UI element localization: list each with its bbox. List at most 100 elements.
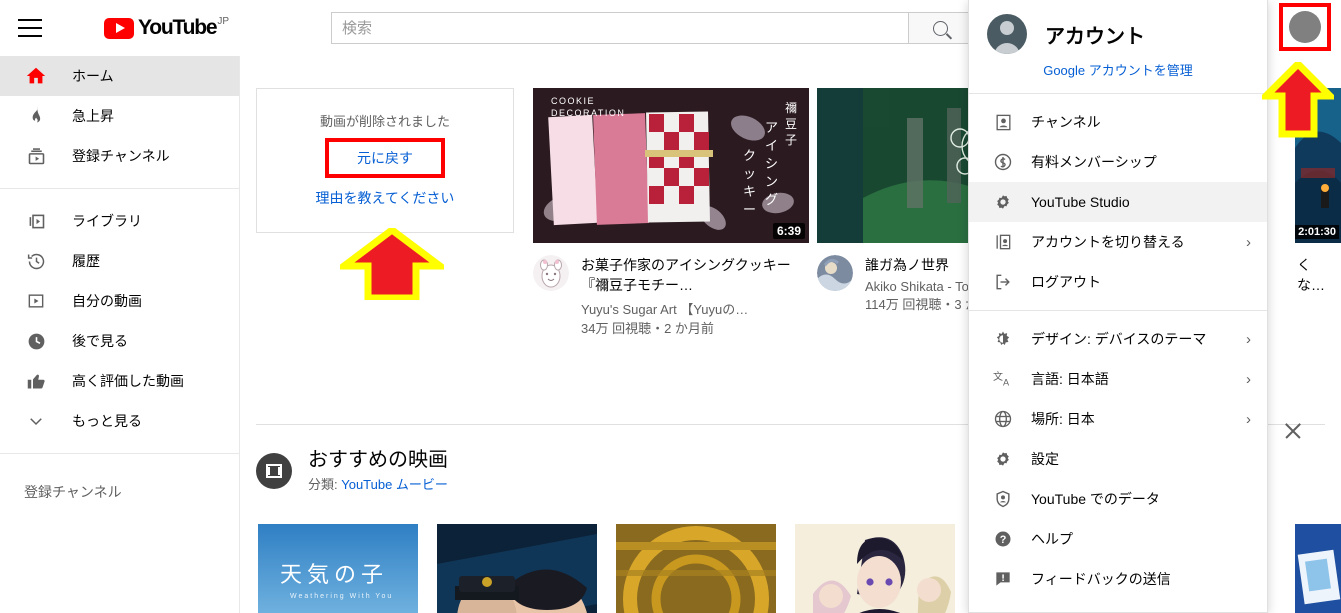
menu-item-language[interactable]: 文 A 言語: 日本語 › (969, 359, 1267, 399)
close-icon[interactable] (1281, 419, 1305, 443)
watch-later-icon (24, 329, 48, 353)
svg-text:シ: シ (765, 156, 778, 171)
video-duration: 6:39 (772, 223, 805, 239)
help-icon: ? (991, 527, 1015, 551)
menu-item-switch-account[interactable]: アカウントを切り替える › (969, 222, 1267, 262)
movie-poster-art (1295, 524, 1341, 613)
video-channel-name[interactable]: Yuyu's Sugar Art 【Yuyuの… (581, 299, 809, 318)
video-card[interactable]: COOKIE DECORATION 禰 豆 子 ア イ シ ン グ ク ッ キ … (533, 88, 809, 337)
video-channel-name[interactable]: Akiko Shikata - Topi (865, 279, 979, 294)
video-thumbnail[interactable]: COOKIE DECORATION 禰 豆 子 ア イ シ ン グ ク ッ キ … (533, 88, 809, 243)
account-menu-group-2: デザイン: デバイスのテーマ › 文 A 言語: 日本語 › 場所: 日本 › … (969, 311, 1267, 607)
channel-avatar-art (533, 255, 569, 291)
video-title[interactable]: 誰ガ為ノ世界 (865, 255, 979, 275)
menu-item-label: YouTube Studio (1031, 194, 1130, 210)
video-text-block: お菓子作家のアイシングクッキー 『禰豆子モチー… Yuyu's Sugar Ar… (581, 255, 809, 337)
avatar-highlight-box (1279, 3, 1331, 51)
sidebar-item-trending[interactable]: 急上昇 (0, 96, 239, 136)
sidebar-section-header: 登録チャンネル (24, 484, 122, 500)
movie-card-partial[interactable] (1295, 524, 1341, 613)
home-icon (24, 64, 48, 88)
dollar-circle-icon (991, 150, 1015, 174)
video-stats: 114万 回視聴・3 か (865, 297, 979, 312)
menu-item-appearance[interactable]: デザイン: デバイスのテーマ › (969, 319, 1267, 359)
svg-text:?: ? (1000, 534, 1007, 546)
svg-text:豆: 豆 (785, 117, 797, 131)
search-input[interactable] (331, 12, 908, 44)
sidebar-item-subscriptions[interactable]: 登録チャンネル (0, 136, 239, 176)
movie-poster-art (616, 524, 776, 613)
youtube-play-icon (104, 17, 134, 39)
menu-item-channel[interactable]: チャンネル (969, 102, 1267, 142)
logout-icon (991, 270, 1015, 294)
movie-poster-art: アルキメデス の大戦 The Great War of Archimedes (437, 524, 597, 613)
svg-text:ン: ン (765, 174, 778, 189)
switch-account-icon (991, 230, 1015, 254)
menu-item-label: 言語: 日本語 (1031, 371, 1109, 387)
movie-card[interactable] (795, 524, 955, 613)
svg-text:ッ: ッ (743, 166, 756, 181)
menu-item-paid-memberships[interactable]: 有料メンバーシップ (969, 142, 1267, 182)
menu-item-your-data-in-youtube[interactable]: YouTube でのデータ (969, 479, 1267, 519)
sidebar-item-your-videos[interactable]: 自分の動画 (0, 281, 239, 321)
channel-avatar-art (817, 255, 853, 291)
menu-item-label: デザイン: デバイスのテーマ (1031, 331, 1207, 347)
menu-item-youtube-studio[interactable]: YouTube Studio (969, 182, 1267, 222)
undo-button[interactable]: 元に戻す (357, 144, 413, 172)
video-title[interactable]: お菓子作家のアイシングクッキー 『禰豆子モチー… (581, 255, 809, 295)
shelf-category-link[interactable]: YouTube ムービー (341, 477, 448, 492)
sidebar-item-history[interactable]: 履歴 (0, 241, 239, 281)
youtube-wordmark: YouTube (138, 16, 218, 39)
sidebar-divider (0, 453, 239, 454)
tell-us-why-link[interactable]: 理由を教えてください (316, 188, 455, 208)
feedback-icon (991, 567, 1015, 591)
youtube-logo[interactable]: YouTube JP (104, 16, 229, 40)
channel-avatar[interactable] (533, 255, 569, 291)
theme-icon (991, 327, 1015, 351)
manage-google-account-link[interactable]: Google アカウントを管理 (969, 60, 1267, 93)
sidebar-item-liked-videos[interactable]: 高く評価した動画 (0, 361, 239, 401)
shelf-title: おすすめの映画 (308, 449, 448, 471)
search-icon (932, 20, 948, 36)
account-menu-group-1: チャンネル 有料メンバーシップ YouTube Studio アカウントを切り替… (969, 94, 1267, 310)
annotation-arrow-avatar (1262, 62, 1334, 138)
svg-text:禰: 禰 (785, 101, 797, 115)
movie-card[interactable]: 天気の子 Weathering With You (258, 524, 418, 613)
menu-item-send-feedback[interactable]: フィードバックの送信 (969, 559, 1267, 599)
sidebar-item-label: 後で見る (72, 333, 128, 349)
video-title-partial[interactable]: く (1295, 255, 1341, 275)
menu-item-settings[interactable]: 設定 (969, 439, 1267, 479)
sidebar-item-home[interactable]: ホーム (0, 56, 239, 96)
sidebar-item-label: 登録チャンネル (72, 148, 170, 164)
annotation-arrow-undo (340, 228, 444, 300)
search-bar (331, 12, 972, 44)
sidebar-item-watch-later[interactable]: 後で見る (0, 321, 239, 361)
library-icon (24, 209, 48, 233)
svg-text:COOKIE: COOKIE (551, 96, 595, 106)
account-avatar[interactable] (1289, 11, 1321, 43)
logo-country-code: JP (217, 15, 229, 27)
sidebar-item-show-more[interactable]: もっと見る (0, 401, 239, 441)
shelf-subtitle-prefix: 分類: (308, 477, 342, 492)
movie-card[interactable]: アルキメデス の大戦 The Great War of Archimedes (437, 524, 597, 613)
sidebar-item-library[interactable]: ライブラリ (0, 201, 239, 241)
search-button[interactable] (908, 12, 972, 44)
your-videos-icon (24, 289, 48, 313)
shelf-text: おすすめの映画 分類: YouTube ムービー (308, 448, 448, 493)
svg-text:天気の子: 天気の子 (280, 562, 388, 587)
menu-item-label: ヘルプ (1031, 531, 1073, 547)
hamburger-icon[interactable] (18, 19, 42, 37)
movie-card[interactable] (616, 524, 776, 613)
gear-studio-icon (991, 190, 1015, 214)
chevron-down-icon (24, 409, 48, 433)
channel-avatar[interactable] (817, 255, 853, 291)
menu-item-help[interactable]: ? ヘルプ (969, 519, 1267, 559)
menu-item-logout[interactable]: ログアウト (969, 262, 1267, 302)
menu-item-label: 設定 (1031, 451, 1059, 467)
removed-message: 動画が削除されました (319, 114, 450, 129)
menu-item-location[interactable]: 場所: 日本 › (969, 399, 1267, 439)
video-title-partial-2[interactable]: な… (1295, 275, 1341, 295)
sidebar-item-label: 履歴 (72, 253, 100, 269)
menu-item-label: アカウントを切り替える (1031, 234, 1185, 250)
shelf-subtitle: 分類: YouTube ムービー (308, 474, 448, 493)
